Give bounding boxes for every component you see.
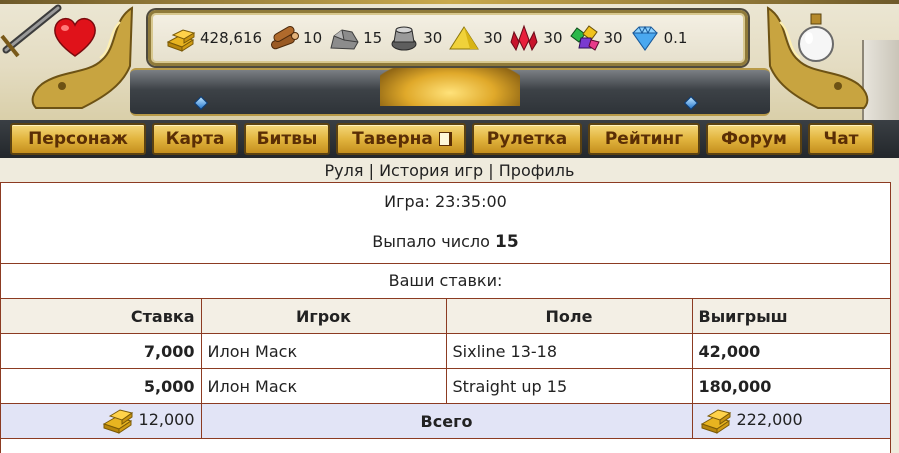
mana-potion-icon[interactable] <box>794 12 838 68</box>
resource-wood: 10 <box>268 24 322 52</box>
game-header: 428,616 10 15 30 30 30 30 0.1 <box>0 0 899 120</box>
total-label: Всего <box>200 403 693 439</box>
gold-bars-icon <box>165 24 197 52</box>
bet-amount: 7,000 <box>1 333 202 369</box>
wood-logs-icon <box>268 24 300 52</box>
iron-ore-icon <box>388 24 420 52</box>
total-bet-value: 12,000 <box>138 409 195 429</box>
game-result: Выпало число 15 <box>1 216 890 252</box>
resources-panel: 428,616 10 15 30 30 30 30 0.1 <box>148 10 748 66</box>
nav-character-button[interactable]: Персонаж <box>10 123 146 155</box>
nav-rating-button[interactable]: Рейтинг <box>588 123 700 155</box>
nav-tavern-label: Таверна <box>352 129 433 149</box>
roulette-subnav: Руля | История игр | Профиль <box>0 160 899 182</box>
subnav-history-link[interactable]: История игр <box>379 161 483 180</box>
nav-battles-button[interactable]: Битвы <box>244 123 330 155</box>
resource-diamond: 0.1 <box>629 24 688 52</box>
total-win-cell: 222,000 <box>691 403 890 439</box>
resource-stone-value: 15 <box>363 29 383 47</box>
stone-icon <box>328 24 360 52</box>
total-win-value: 222,000 <box>736 409 803 429</box>
crystals-icon <box>508 24 540 52</box>
gems-icon <box>569 24 601 52</box>
subnav-profile-link[interactable]: Профиль <box>499 161 575 180</box>
bets-table: Ставка Игрок Поле Выигрыш 7,000 Илон Мас… <box>1 299 890 439</box>
subnav-separator: | <box>368 161 374 180</box>
game-time: Игра: 23:35:00 <box>384 192 507 211</box>
resource-ore: 30 <box>388 24 442 52</box>
resource-sulfur: 30 <box>448 24 502 52</box>
nav-roulette-button[interactable]: Рулетка <box>472 123 582 155</box>
book-icon <box>438 132 450 146</box>
game-info: Игра: 23:35:00 Выпало число 15 <box>1 183 890 264</box>
total-win: 222,000 <box>699 404 803 434</box>
diamond-icon <box>629 24 661 52</box>
resource-sulfur-value: 30 <box>483 29 503 47</box>
subnav-roulette-link[interactable]: Руля <box>325 161 364 180</box>
bet-win: 180,000 <box>691 368 890 404</box>
total-bet: 12,000 <box>101 404 195 434</box>
game-result-panel: Игра: 23:35:00 Выпало число 15 Ваши став… <box>0 182 891 453</box>
bet-field: Sixline 13-18 <box>445 333 693 369</box>
header-bet: Ставка <box>1 299 202 334</box>
gold-pile-decoration <box>380 62 520 106</box>
resource-gems-value: 30 <box>603 29 623 47</box>
subnav-separator: | <box>488 161 494 180</box>
resource-gold-value: 428,616 <box>200 29 263 47</box>
gold-bars-icon <box>700 409 731 434</box>
main-navigation: Персонаж Карта Битвы Таверна Рулетка Рей… <box>0 120 899 158</box>
nav-tavern-button[interactable]: Таверна <box>336 123 466 155</box>
bet-player: Илон Маск <box>200 368 447 404</box>
bet-player: Илон Маск <box>200 333 447 369</box>
resource-ore-value: 30 <box>423 29 443 47</box>
resource-stone: 15 <box>328 24 382 52</box>
bets-title: Ваши ставки: <box>1 264 890 299</box>
result-number: 15 <box>495 232 519 252</box>
bets-header-row: Ставка Игрок Поле Выигрыш <box>1 299 890 334</box>
header-win: Выигрыш <box>691 299 890 334</box>
sulfur-icon <box>448 24 480 52</box>
nav-forum-button[interactable]: Форум <box>706 123 802 155</box>
nav-map-button[interactable]: Карта <box>152 123 238 155</box>
health-heart-icon[interactable] <box>52 16 98 62</box>
bet-win: 42,000 <box>691 333 890 369</box>
total-row: 12,000 Всего 222,000 <box>1 403 890 439</box>
table-row: 7,000 Илон Маск Sixline 13-18 42,000 <box>1 333 890 369</box>
resource-crystals-value: 30 <box>543 29 563 47</box>
header-field: Поле <box>445 299 693 334</box>
gold-bars-icon <box>102 409 133 434</box>
resource-gold: 428,616 <box>165 24 262 52</box>
resource-gems: 30 <box>569 24 623 52</box>
header-player: Игрок <box>200 299 447 334</box>
bet-amount: 5,000 <box>1 368 202 404</box>
resource-wood-value: 10 <box>303 29 323 47</box>
total-bet-cell: 12,000 <box>1 403 202 439</box>
resource-crystals: 30 <box>508 24 563 52</box>
table-row: 5,000 Илон Маск Straight up 15 180,000 <box>1 368 890 404</box>
bet-field: Straight up 15 <box>445 368 693 404</box>
nav-chat-button[interactable]: Чат <box>808 123 874 155</box>
resource-diamond-value: 0.1 <box>663 29 688 47</box>
result-label: Выпало число <box>372 232 490 251</box>
